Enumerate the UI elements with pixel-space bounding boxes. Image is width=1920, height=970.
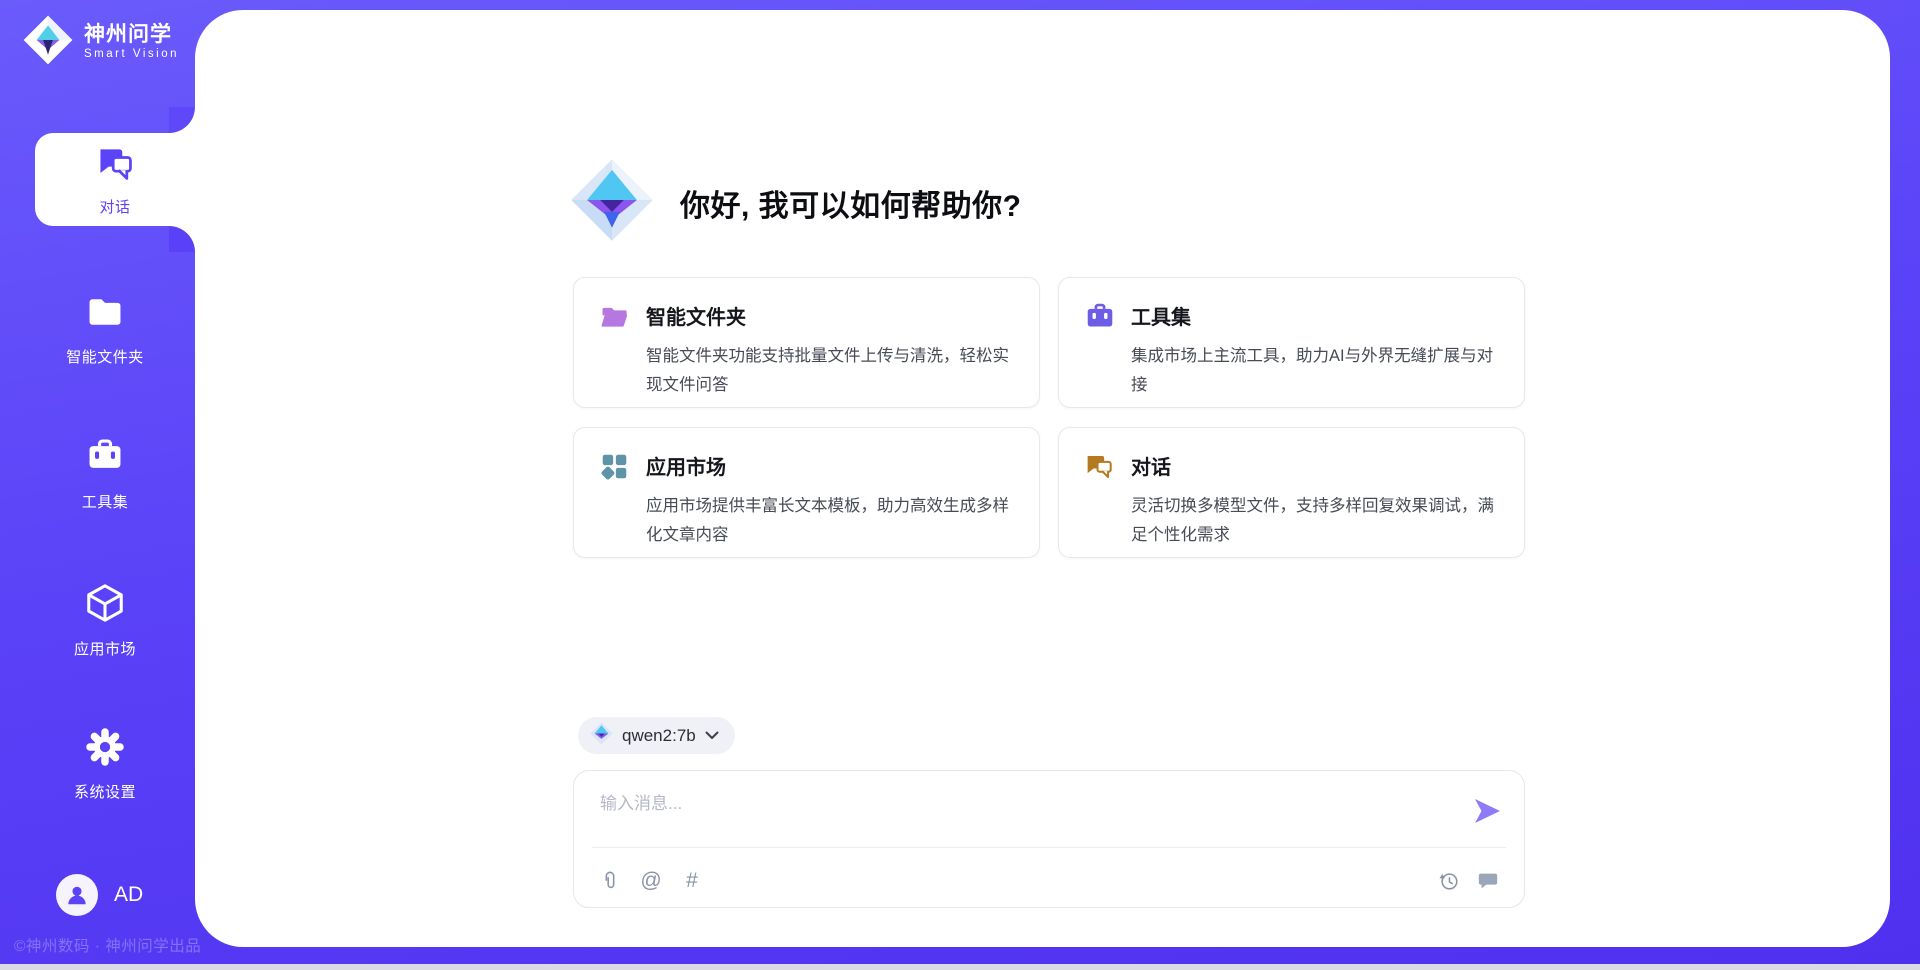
model-diamond-icon <box>590 722 613 750</box>
sidebar-item-label: 对话 <box>99 196 130 217</box>
card-title: 应用市场 <box>646 451 1011 480</box>
feedback-button[interactable] <box>1476 869 1500 893</box>
sidebar-item-toolbox[interactable]: 工具集 <box>25 437 185 512</box>
at-icon: @ <box>640 870 661 892</box>
gear-icon <box>85 727 125 772</box>
card-description: 灵活切换多模型文件，支持多样回复效果调试，满足个性化需求 <box>1131 492 1496 550</box>
card-chat[interactable]: 对话 灵活切换多模型文件，支持多样回复效果调试，满足个性化需求 <box>1058 427 1525 558</box>
sidebar-item-chat[interactable]: 对话 <box>35 133 195 226</box>
model-selector[interactable]: qwen2:7b <box>578 717 735 754</box>
toolbox-icon <box>85 437 125 482</box>
sidebar-item-label: 应用市场 <box>74 638 136 659</box>
brand-diamond-icon <box>22 14 74 71</box>
tab-fillet-top <box>169 107 195 133</box>
greeting-block: 你好, 我可以如何帮助你? <box>570 158 1022 247</box>
chat-bubbles-icon <box>95 143 135 188</box>
sidebar-item-app-market[interactable]: 应用市场 <box>25 582 185 659</box>
paperclip-icon <box>599 870 621 892</box>
assistant-diamond-icon <box>570 158 654 247</box>
model-name: qwen2:7b <box>622 726 696 746</box>
cube-icon <box>84 582 126 629</box>
copyright-text: ©神州数码 · 神州问学出品 <box>14 934 201 956</box>
card-title: 工具集 <box>1131 301 1496 330</box>
user-account[interactable]: AD <box>56 874 143 916</box>
sidebar-item-label: 智能文件夹 <box>66 346 144 367</box>
history-clock-icon <box>1438 870 1460 892</box>
app-root: 神州问学 Smart Vision 对话 智能文件夹 <box>0 0 1920 970</box>
greeting-title: 你好, 我可以如何帮助你? <box>680 181 1022 225</box>
app-grid-icon <box>600 452 629 486</box>
message-input[interactable] <box>598 787 1442 843</box>
attachment-button[interactable] <box>598 869 622 893</box>
folder-open-icon <box>600 302 630 337</box>
feedback-bubble-icon <box>1477 870 1499 892</box>
card-description: 应用市场提供丰富长文本模板，助力高效生成多样化文章内容 <box>646 492 1011 550</box>
sidebar-item-label: 工具集 <box>82 491 129 512</box>
send-icon <box>1472 797 1502 825</box>
card-description: 智能文件夹功能支持批量文件上传与清洗，轻松实现文件问答 <box>646 342 1011 400</box>
brand-logo: 神州问学 Smart Vision <box>22 14 179 71</box>
card-title: 智能文件夹 <box>646 301 1011 330</box>
user-initials: AD <box>114 883 143 907</box>
hashtag-button[interactable]: # <box>680 869 704 893</box>
mention-button[interactable]: @ <box>639 869 663 893</box>
chat-bubbles-icon <box>1085 452 1114 486</box>
card-app-market[interactable]: 应用市场 应用市场提供丰富长文本模板，助力高效生成多样化文章内容 <box>573 427 1040 558</box>
history-button[interactable] <box>1437 869 1461 893</box>
brand-name-cn: 神州问学 <box>84 23 179 47</box>
card-smart-folder[interactable]: 智能文件夹 智能文件夹功能支持批量文件上传与清洗，轻松实现文件问答 <box>573 277 1040 408</box>
card-description: 集成市场上主流工具，助力AI与外界无缝扩展与对接 <box>1131 342 1496 400</box>
toolbox-icon <box>1085 302 1115 337</box>
card-title: 对话 <box>1131 451 1496 480</box>
chevron-down-icon <box>705 727 719 745</box>
composer-tools-right <box>1437 869 1500 893</box>
folder-icon <box>85 292 125 337</box>
viewport-bottom-edge <box>0 964 1920 970</box>
hashtag-icon: # <box>686 870 698 892</box>
sidebar-item-smart-folder[interactable]: 智能文件夹 <box>25 292 185 367</box>
tab-fillet-bottom <box>169 226 195 252</box>
send-button[interactable] <box>1472 797 1502 825</box>
composer-divider <box>592 847 1506 848</box>
card-toolbox[interactable]: 工具集 集成市场上主流工具，助力AI与外界无缝扩展与对接 <box>1058 277 1525 408</box>
sidebar-item-label: 系统设置 <box>74 781 136 802</box>
composer-tools-left: @ # <box>598 869 704 893</box>
message-composer: @ # <box>573 770 1525 908</box>
brand-name-en: Smart Vision <box>84 47 179 62</box>
sidebar-item-settings[interactable]: 系统设置 <box>25 727 185 802</box>
avatar <box>56 874 98 916</box>
feature-cards: 智能文件夹 智能文件夹功能支持批量文件上传与清洗，轻松实现文件问答 工具集 集成… <box>573 277 1525 558</box>
